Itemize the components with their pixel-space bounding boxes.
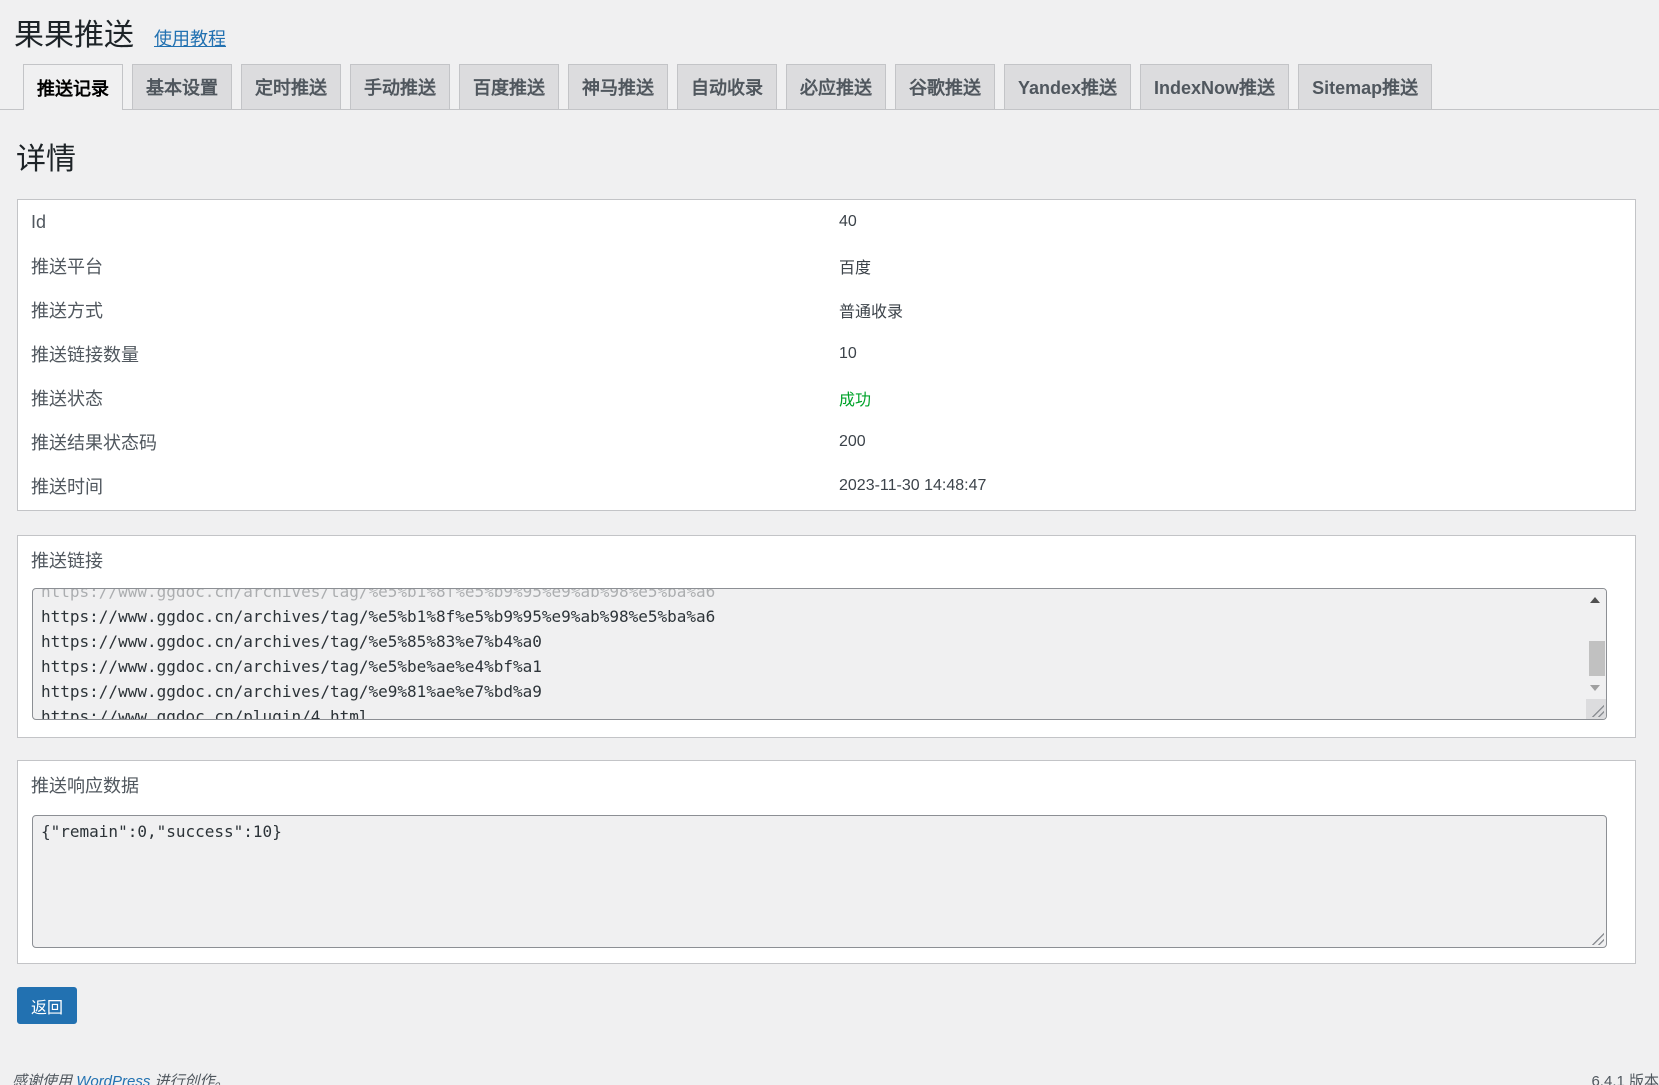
nav-tabs: 推送记录 基本设置 定时推送 手动推送 百度推送 神马推送 自动收录 必应推送 … xyxy=(0,64,1659,110)
tab-push-records[interactable]: 推送记录 xyxy=(23,64,123,110)
section-title: 详情 xyxy=(16,143,76,176)
link-line: https://www.ggdoc.cn/plugin/4.html xyxy=(41,707,369,720)
tab-shenma-push[interactable]: 神马推送 xyxy=(568,64,668,109)
detail-label: 推送方式 xyxy=(31,301,103,321)
scroll-down-icon[interactable] xyxy=(1590,685,1600,691)
tab-baidu-push[interactable]: 百度推送 xyxy=(459,64,559,109)
detail-value: 2023-11-30 14:48:47 xyxy=(839,477,987,494)
detail-value: 40 xyxy=(839,213,857,230)
tab-manual-push[interactable]: 手动推送 xyxy=(350,64,450,109)
tab-auto-index[interactable]: 自动收录 xyxy=(677,64,777,109)
links-card: 推送链接 https://www.ggdoc.cn/archives/tag/%… xyxy=(17,535,1636,738)
detail-label: 推送结果状态码 xyxy=(31,433,157,453)
detail-row-platform: 推送平台 百度 xyxy=(18,244,1635,288)
detail-row-push-time: 推送时间 2023-11-30 14:48:47 xyxy=(18,464,1635,508)
tab-basic-settings[interactable]: 基本设置 xyxy=(132,64,232,109)
tab-scheduled-push[interactable]: 定时推送 xyxy=(241,64,341,109)
wordpress-link[interactable]: WordPress xyxy=(76,1073,150,1085)
detail-value: 普通收录 xyxy=(839,304,904,321)
detail-row-status-code: 推送结果状态码 200 xyxy=(18,420,1635,464)
detail-row-id: Id 40 xyxy=(18,200,1635,244)
scroll-up-icon[interactable] xyxy=(1590,597,1600,603)
footer-thanks-prefix: 感谢使用 xyxy=(12,1073,73,1085)
detail-row-link-count: 推送链接数量 10 xyxy=(18,332,1635,376)
resize-handle-icon[interactable] xyxy=(1592,933,1604,945)
detail-value: 200 xyxy=(839,433,866,450)
tab-indexnow-push[interactable]: IndexNow推送 xyxy=(1140,64,1290,109)
tutorial-link[interactable]: 使用教程 xyxy=(154,25,226,51)
links-content: https://www.ggdoc.cn/archives/tag/%e5%b1… xyxy=(41,588,1582,720)
tab-yandex-push[interactable]: Yandex推送 xyxy=(1004,64,1132,109)
resize-handle-icon[interactable] xyxy=(1592,705,1604,717)
response-card: 推送响应数据 {"remain":0,"success":10} xyxy=(17,760,1636,964)
detail-label: 推送状态 xyxy=(31,389,103,409)
app-title: 果果推送 xyxy=(14,19,134,52)
detail-value: 10 xyxy=(839,345,857,362)
tab-sitemap-push[interactable]: Sitemap推送 xyxy=(1298,64,1433,109)
response-label: 推送响应数据 xyxy=(31,776,139,796)
detail-label: Id xyxy=(31,211,47,232)
tab-google-push[interactable]: 谷歌推送 xyxy=(895,64,995,109)
tab-bing-push[interactable]: 必应推送 xyxy=(786,64,886,109)
scroll-thumb[interactable] xyxy=(1589,641,1605,676)
status-badge: 成功 xyxy=(839,392,872,409)
link-line: https://www.ggdoc.cn/archives/tag/%e9%81… xyxy=(41,682,542,701)
header: 果果推送 使用教程 xyxy=(14,10,226,54)
response-content: {"remain":0,"success":10} xyxy=(41,822,282,841)
links-textarea[interactable]: https://www.ggdoc.cn/archives/tag/%e5%b1… xyxy=(32,588,1607,720)
detail-label: 推送平台 xyxy=(31,257,103,277)
detail-card: Id 40 推送平台 百度 推送方式 普通收录 推送链接数量 10 推送状态 成… xyxy=(17,199,1636,511)
detail-label: 推送链接数量 xyxy=(31,345,139,365)
link-line: https://www.ggdoc.cn/archives/tag/%e5%be… xyxy=(41,657,542,676)
scrollbar[interactable] xyxy=(1586,589,1606,699)
links-label: 推送链接 xyxy=(31,551,103,571)
footer-thanks-suffix: 进行创作。 xyxy=(154,1073,230,1085)
link-line: https://www.ggdoc.cn/archives/tag/%e5%85… xyxy=(41,632,542,651)
link-line: https://www.ggdoc.cn/archives/tag/%e5%b1… xyxy=(41,607,716,626)
link-line: https://www.ggdoc.cn/archives/tag/%e5%b1… xyxy=(41,588,716,601)
detail-row-status: 推送状态 成功 xyxy=(18,376,1635,420)
back-button[interactable]: 返回 xyxy=(17,987,77,1024)
response-textarea[interactable]: {"remain":0,"success":10} xyxy=(32,815,1607,948)
detail-row-method: 推送方式 普通收录 xyxy=(18,288,1635,332)
footer-version: 6.4.1 版本 xyxy=(1591,1073,1659,1085)
page: 果果推送 使用教程 推送记录 基本设置 定时推送 手动推送 百度推送 神马推送 … xyxy=(0,0,1659,1085)
detail-label: 推送时间 xyxy=(31,477,103,497)
detail-value: 百度 xyxy=(839,260,872,277)
footer-thanks: 感谢使用 WordPress 进行创作。 xyxy=(12,1070,230,1085)
